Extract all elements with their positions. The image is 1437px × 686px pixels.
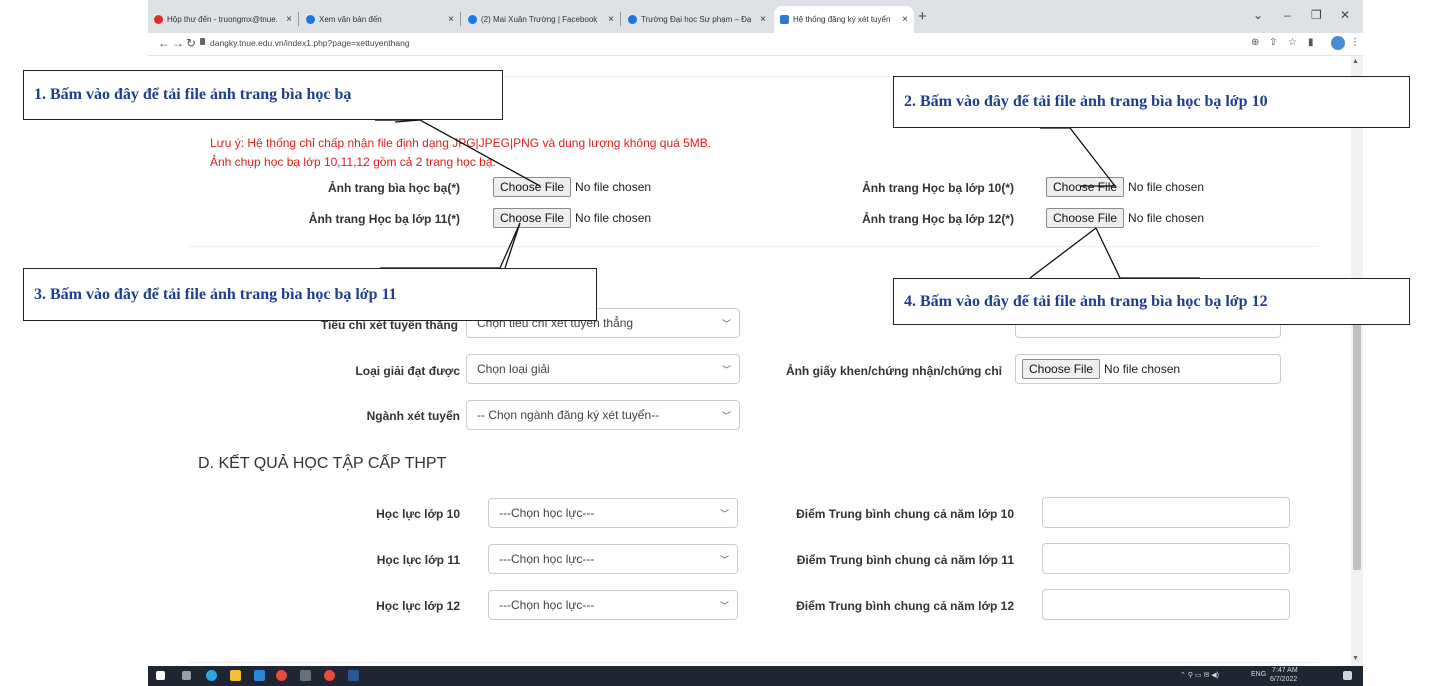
grade10-label: Ảnh trang Học bạ lớp 10(*): [862, 181, 1014, 195]
grade12-ability-select[interactable]: ---Chọn học lực--- ﹀: [488, 590, 738, 620]
cover-file-input[interactable]: Choose File No file chosen: [493, 177, 651, 197]
scrollbar-thumb[interactable]: [1353, 320, 1361, 570]
choose-file-button[interactable]: Choose File: [1046, 208, 1125, 228]
select-value: ---Chọn học lực---: [499, 598, 595, 612]
callout-cover: 1. Bấm vào đây để tải file ảnh trang bìa…: [23, 70, 503, 120]
chevron-down-icon: ﹀: [721, 319, 731, 329]
grade-label: Học lực lớp 11: [376, 553, 460, 567]
choose-file-button[interactable]: Choose File: [493, 177, 572, 197]
file-explorer-icon[interactable]: [230, 670, 241, 681]
gpa-label: Điểm Trung bình chung cả năm lớp 11: [796, 553, 1014, 567]
grade-label: Học lực lớp 12: [376, 599, 460, 613]
select-value: ---Chọn học lực---: [499, 506, 595, 520]
callout-grade11: 3. Bấm vào đây để tải file ảnh trang bìa…: [23, 268, 597, 321]
major-label: Ngành xét tuyển: [366, 409, 460, 423]
callout-grade10: 2. Bấm vào đây để tải file ảnh trang bìa…: [893, 76, 1410, 128]
language-indicator[interactable]: ENG: [1251, 671, 1266, 678]
upload-note-line2: Ảnh chụp học bạ lớp 10,11,12 gồm cả 2 tr…: [210, 155, 496, 169]
certificate-file-input[interactable]: Choose File No file chosen: [1015, 354, 1281, 384]
chrome-icon[interactable]: [324, 670, 335, 681]
mail-icon[interactable]: [254, 670, 265, 681]
word-icon[interactable]: [348, 670, 359, 681]
scroll-down-icon[interactable]: ▼: [1352, 655, 1359, 662]
grade-label: Học lực lớp 10: [376, 507, 460, 521]
no-file-text: No file chosen: [1128, 211, 1205, 225]
award-select[interactable]: Chọn loại giải ﹀: [466, 354, 740, 384]
clock-date[interactable]: 6/7/2022: [1270, 676, 1297, 683]
upload-note-line1: Lưu ý: Hệ thống chỉ chấp nhận file định …: [210, 136, 712, 150]
no-file-text: No file chosen: [575, 211, 652, 225]
grade12-file-input[interactable]: Choose File No file chosen: [1046, 208, 1204, 228]
task-view-icon[interactable]: [182, 671, 191, 680]
grade11-label: Ảnh trang Học bạ lớp 11(*): [308, 212, 460, 226]
chevron-down-icon: ﹀: [719, 509, 729, 519]
start-icon[interactable]: [156, 671, 165, 680]
gpa11-input[interactable]: [1042, 543, 1290, 574]
major-select-value: -- Chọn ngành đăng ký xét tuyển--: [477, 408, 660, 422]
results-section-title: D. KẾT QUẢ HỌC TẬP CẤP THPT: [198, 455, 447, 472]
chevron-down-icon: ﹀: [719, 555, 729, 565]
select-value: ---Chọn học lực---: [499, 552, 595, 566]
major-select[interactable]: -- Chọn ngành đăng ký xét tuyển-- ﹀: [466, 400, 740, 430]
award-select-value: Chọn loại giải: [477, 362, 550, 376]
award-label: Loại giải đạt được: [355, 364, 460, 378]
no-file-text: No file chosen: [1128, 180, 1205, 194]
choose-file-button[interactable]: Choose File: [493, 208, 572, 228]
no-file-text: No file chosen: [575, 180, 652, 194]
chrome-icon[interactable]: [276, 670, 287, 681]
gpa10-input[interactable]: [1042, 497, 1290, 528]
app-icon[interactable]: [300, 670, 311, 681]
chevron-down-icon: ﹀: [719, 601, 729, 611]
windows-taskbar: ⌃ ⚲ ▭ ✉ ◀) ENG 7:47 AM 6/7/2022: [148, 666, 1363, 686]
cover-label: Ảnh trang bìa học bạ(*): [328, 181, 460, 195]
clock-time[interactable]: 7:47 AM: [1272, 667, 1298, 674]
callout-grade12: 4. Bấm vào đây để tải file ảnh trang bìa…: [893, 278, 1410, 325]
grade10-ability-select[interactable]: ---Chọn học lực--- ﹀: [488, 498, 738, 528]
gpa-label: Điểm Trung bình chung cả năm lớp 10: [796, 507, 1014, 521]
scroll-up-icon[interactable]: ▲: [1352, 58, 1359, 65]
grade10-file-input[interactable]: Choose File No file chosen: [1046, 177, 1204, 197]
grade11-file-input[interactable]: Choose File No file chosen: [493, 208, 651, 228]
choose-file-button[interactable]: Choose File: [1022, 359, 1101, 379]
certificate-label: Ảnh giấy khen/chứng nhận/chứng chỉ: [785, 364, 1002, 378]
tray-icons[interactable]: ⌃ ⚲ ▭ ✉ ◀): [1180, 671, 1219, 679]
grade12-label: Ảnh trang Học bạ lớp 12(*): [862, 212, 1014, 226]
chevron-down-icon: ﹀: [721, 365, 731, 375]
gpa-label: Điểm Trung bình chung cả năm lớp 12: [796, 599, 1014, 613]
notification-icon[interactable]: [1343, 671, 1352, 680]
choose-file-button[interactable]: Choose File: [1046, 177, 1125, 197]
no-file-text: No file chosen: [1104, 362, 1181, 376]
grade11-ability-select[interactable]: ---Chọn học lực--- ﹀: [488, 544, 738, 574]
edge-icon[interactable]: [206, 670, 217, 681]
gpa12-input[interactable]: [1042, 589, 1290, 620]
chevron-down-icon: ﹀: [721, 411, 731, 421]
